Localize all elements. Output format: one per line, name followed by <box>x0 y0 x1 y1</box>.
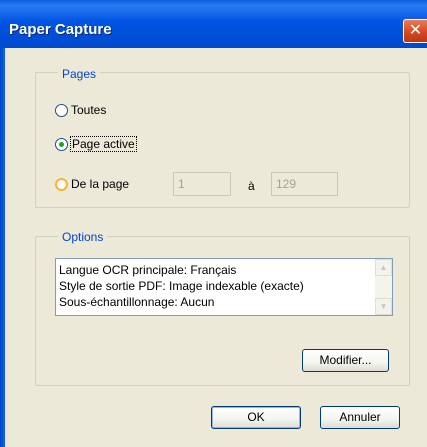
radio-de-la-page-circle[interactable] <box>55 177 68 191</box>
to-label: à <box>248 179 255 193</box>
list-item: Langue OCR principale: Français <box>59 263 237 277</box>
list-item: Sous-échantillonnage: Aucun <box>59 295 215 309</box>
close-icon: ✕ <box>408 22 423 39</box>
radio-toutes[interactable]: Toutes <box>55 103 106 117</box>
from-page-input[interactable]: 1 <box>173 172 231 196</box>
vertical-scrollbar[interactable]: ▲ ▼ <box>375 259 392 315</box>
window-frame <box>0 48 5 447</box>
pages-legend: Pages <box>58 67 101 81</box>
radio-toutes-circle[interactable] <box>55 103 68 117</box>
radio-page-active[interactable]: Page active <box>55 136 137 152</box>
radio-page-active-circle[interactable] <box>55 137 68 151</box>
list-item: Style de sortie PDF: Image indexable (ex… <box>59 279 304 293</box>
ok-label: OK <box>247 410 265 424</box>
radio-toutes-label: Toutes <box>71 103 107 117</box>
cancel-button[interactable]: Annuler <box>320 406 400 429</box>
window-title: Paper Capture <box>9 21 112 38</box>
radio-de-la-page[interactable]: De la page <box>55 177 129 191</box>
options-listbox[interactable]: Langue OCR principale: Français Style de… <box>55 258 393 316</box>
radio-de-la-page-label: De la page <box>71 177 130 191</box>
close-button[interactable]: ✕ <box>403 19 427 43</box>
ok-button[interactable]: OK <box>211 406 301 429</box>
scroll-down-icon[interactable]: ▼ <box>375 298 392 315</box>
scroll-up-icon[interactable]: ▲ <box>375 259 392 276</box>
modify-button[interactable]: Modifier... <box>302 349 389 372</box>
to-page-input[interactable]: 129 <box>271 172 338 196</box>
title-bar: Paper Capture ✕ <box>0 0 427 48</box>
options-legend: Options <box>58 230 108 244</box>
radio-page-active-label: Page active <box>70 136 137 152</box>
